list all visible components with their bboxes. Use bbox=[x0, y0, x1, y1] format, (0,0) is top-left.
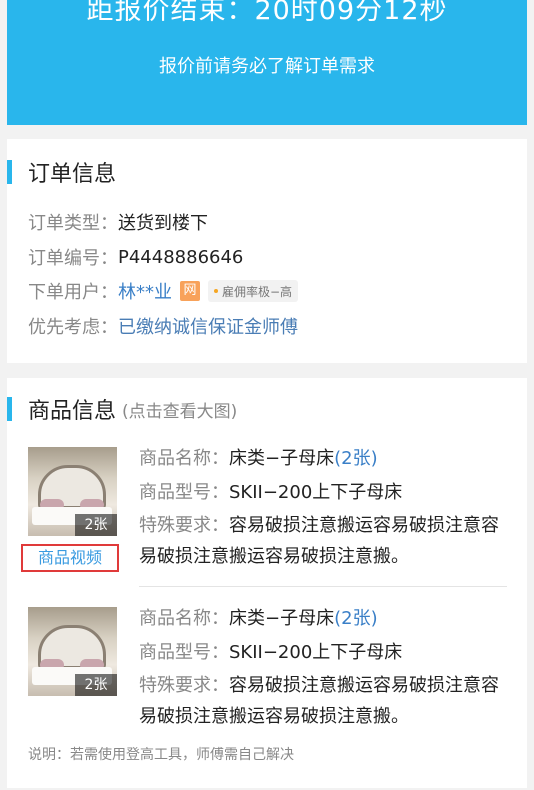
tool-note: 说明：若需使用登高工具，师傅需自己解决 bbox=[28, 747, 294, 763]
product-name-row: 商品名称：床类−子母床(2张) bbox=[139, 602, 513, 636]
product-name-value: 床类−子母床 bbox=[229, 608, 335, 629]
photo-count-badge: 2张 bbox=[75, 674, 117, 696]
order-priority-row: 优先考虑： 已缴纳诚信保证金师傅 bbox=[28, 313, 298, 339]
product-image-2[interactable]: 2张 bbox=[28, 607, 117, 696]
user-channel-badge: 网 bbox=[180, 281, 200, 301]
banner-tip: 报价前请务必了解订单需求 bbox=[159, 56, 375, 77]
goods-info-subtitle: (点击查看大图) bbox=[122, 401, 238, 422]
photo-count-badge: 2张 bbox=[75, 514, 117, 536]
order-info-header: 订单信息 bbox=[7, 157, 116, 187]
order-user-label: 下单用户： bbox=[28, 282, 118, 303]
product-video-button[interactable]: 商品视频 bbox=[21, 544, 119, 572]
order-priority-value: 已缴纳诚信保证金师傅 bbox=[118, 317, 298, 338]
order-info-title: 订单信息 bbox=[28, 162, 117, 187]
product-requirement-row: 特殊要求：容易破损注意搬运容易破损注意容易破损注意搬运容易破损注意搬。 bbox=[139, 510, 513, 572]
product-model-row: 商品型号：SKII−200上下子母床 bbox=[139, 476, 513, 510]
order-priority-label: 优先考虑： bbox=[28, 317, 118, 338]
order-number-value: P4448886646 bbox=[118, 246, 244, 268]
goods-info-header: 商品信息 (点击查看大图) bbox=[7, 394, 237, 424]
order-user-link[interactable]: 林**业 bbox=[118, 278, 172, 304]
product-name-label: 商品名称： bbox=[139, 608, 229, 629]
order-type-value: 送货到楼下 bbox=[118, 213, 208, 234]
product-requirement-row: 特殊要求：容易破损注意搬运容易破损注意容易破损注意搬运容易破损注意搬。 bbox=[139, 670, 513, 732]
rate-dot-icon bbox=[214, 289, 218, 293]
product-info-1: 商品名称：床类−子母床(2张) 商品型号：SKII−200上下子母床 特殊要求：… bbox=[139, 442, 513, 572]
order-user-row: 下单用户： 林**业 网 雇佣率极−高 bbox=[28, 278, 299, 304]
countdown-banner: 距报价结束：20时09分12秒 报价前请务必了解订单需求 bbox=[7, 0, 527, 125]
product-requirement-label: 特殊要求： bbox=[139, 675, 229, 696]
product-model-value: SKII−200上下子母床 bbox=[229, 642, 403, 663]
product-info-2: 商品名称：床类−子母床(2张) 商品型号：SKII−200上下子母床 特殊要求：… bbox=[139, 602, 513, 732]
product-model-row: 商品型号：SKII−200上下子母床 bbox=[139, 636, 513, 670]
order-number-label: 订单编号： bbox=[28, 248, 118, 269]
order-type-row: 订单类型： 送货到楼下 bbox=[28, 209, 208, 235]
goods-info-title: 商品信息 bbox=[28, 399, 117, 424]
product-model-value: SKII−200上下子母床 bbox=[229, 482, 403, 503]
user-rate-text: 雇佣率极−高 bbox=[222, 284, 293, 299]
product-photo-count-link[interactable]: (2张) bbox=[334, 448, 378, 469]
order-type-label: 订单类型： bbox=[28, 213, 118, 234]
item-divider bbox=[139, 586, 507, 587]
order-number-row: 订单编号： P4448886646 bbox=[28, 244, 243, 270]
product-model-label: 商品型号： bbox=[139, 642, 229, 663]
product-requirement-label: 特殊要求： bbox=[139, 515, 229, 536]
section-accent-bar bbox=[7, 160, 12, 184]
order-info-card: 订单信息 订单类型： 送货到楼下 订单编号： P4448886646 下单用户：… bbox=[7, 139, 527, 363]
product-image-1[interactable]: 2张 bbox=[28, 447, 117, 536]
product-name-row: 商品名称：床类−子母床(2张) bbox=[139, 442, 513, 476]
section-accent-bar bbox=[7, 397, 12, 421]
product-photo-count-link[interactable]: (2张) bbox=[334, 608, 378, 629]
goods-info-card: 商品信息 (点击查看大图) 2张 商品视频 商品名称：床类−子母床(2张) 商品… bbox=[7, 378, 527, 788]
product-name-value: 床类−子母床 bbox=[229, 448, 335, 469]
user-rate-badge: 雇佣率极−高 bbox=[208, 280, 299, 302]
countdown-timer: 距报价结束：20时09分12秒 bbox=[86, 0, 448, 26]
product-model-label: 商品型号： bbox=[139, 482, 229, 503]
product-name-label: 商品名称： bbox=[139, 448, 229, 469]
